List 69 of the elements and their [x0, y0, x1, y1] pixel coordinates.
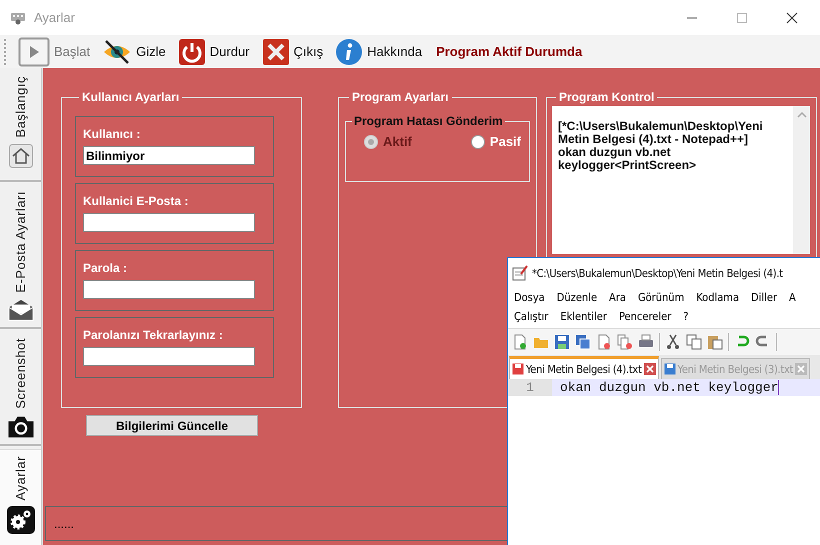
- notepad-icon: [512, 265, 528, 281]
- envelope-icon: [6, 298, 34, 321]
- paste-icon[interactable]: [707, 334, 723, 350]
- log-line: okan duzgun vb.net: [558, 146, 671, 159]
- radio-button[interactable]: [470, 134, 485, 148]
- toolbar-button[interactable]: Gizle: [100, 36, 168, 68]
- toolbar-button[interactable]: Durdur: [176, 36, 252, 68]
- window-title: *C:\Users\Bukalemun\Desktop\Yeni Metin Belgesi (4).t: [532, 266, 783, 280]
- input-field[interactable]: [83, 280, 255, 299]
- info-icon: [335, 38, 364, 66]
- window-title: Ayarlar: [34, 10, 75, 25]
- close-box-icon: [262, 38, 290, 66]
- menu-item[interactable]: Dosya: [514, 291, 545, 304]
- power-icon: [178, 38, 206, 66]
- menu-item[interactable]: Görünüm: [638, 291, 684, 304]
- menu-item[interactable]: Kodlama: [696, 291, 740, 304]
- scissors-icon[interactable]: [665, 334, 681, 350]
- code-line: okan duzgun vb.net keylogger: [560, 380, 780, 395]
- group-title: Program Ayarları: [351, 90, 450, 104]
- toolbar-button[interactable]: Çıkış: [260, 36, 326, 68]
- file-icon: [512, 363, 524, 375]
- line-number: 1: [508, 379, 552, 396]
- menu-item[interactable]: ?: [683, 310, 689, 323]
- menu-item[interactable]: Pencereler: [618, 310, 672, 323]
- maximize-icon[interactable]: [736, 12, 748, 24]
- close-all-icon[interactable]: [617, 334, 633, 350]
- home-icon: [8, 144, 32, 168]
- keyboard-icon: [10, 10, 26, 24]
- status-text: ......: [54, 516, 74, 530]
- log-line: keylogger<PrintScreen>: [558, 159, 698, 172]
- input-field[interactable]: [83, 213, 255, 232]
- field-label: Kullanıcı :: [83, 127, 142, 141]
- menu-item[interactable]: Diller: [751, 291, 778, 304]
- group-title: Kullanıcı Ayarları: [81, 90, 180, 104]
- log-textbox[interactable]: [*C:\Users\Bukalemun\Desktop\Yeni Metin Belgesi (4).txt - Notepad++] okan duzgun vb.net keylogger<PrintScreen>: [552, 106, 810, 254]
- log-line: [*C:\Users\Bukalemun\Desktop\Yeni: [558, 120, 764, 133]
- toolbar-button[interactable]: Hakkında: [333, 36, 424, 68]
- radio-button[interactable]: [364, 134, 378, 148]
- radio-label: Pasif: [490, 134, 521, 149]
- status-text: Program Aktif Durumda: [436, 44, 582, 59]
- field-label: Parola :: [83, 261, 128, 275]
- file-icon: [664, 363, 676, 375]
- scrollbar[interactable]: [793, 106, 810, 254]
- copy-icon[interactable]: [686, 334, 702, 350]
- menu-item[interactable]: Çalıştır: [514, 310, 548, 323]
- input-field[interactable]: Bilinmiyor: [83, 146, 255, 165]
- update-button[interactable]: Bilgilerimi Güncelle: [86, 415, 258, 436]
- file-tab[interactable]: Yeni Metin Belgesi (4).txt: [509, 356, 659, 379]
- save-icon[interactable]: [554, 334, 570, 350]
- save-all-icon[interactable]: [575, 334, 591, 350]
- scroll-up-icon[interactable]: [796, 111, 806, 119]
- printer-icon[interactable]: [638, 334, 654, 350]
- log-line: Metin Belgesi (4).txt - Notepad++]: [558, 133, 748, 146]
- side-tab[interactable]: Ayarlar: [0, 448, 41, 545]
- new-file-icon[interactable]: [512, 334, 528, 350]
- field-label: Parolanızı Tekrarlayınız :: [83, 328, 224, 342]
- menu-item[interactable]: Düzenle: [556, 291, 598, 304]
- radio-label: Aktif: [383, 134, 412, 149]
- eye-icon: [102, 38, 132, 66]
- menu-item[interactable]: Eklentiler: [560, 310, 607, 323]
- field-label: Kullanici E-Posta :: [83, 194, 190, 208]
- menu-item[interactable]: A: [789, 291, 796, 304]
- gears-icon: [6, 506, 34, 534]
- menu-item[interactable]: Ara: [609, 291, 626, 304]
- group-title: Program Hatası Gönderim: [353, 114, 504, 128]
- close-file-icon[interactable]: [596, 334, 612, 350]
- input-field[interactable]: [83, 347, 255, 366]
- close-icon[interactable]: [786, 12, 798, 24]
- group-title: Program Kontrol: [558, 90, 656, 104]
